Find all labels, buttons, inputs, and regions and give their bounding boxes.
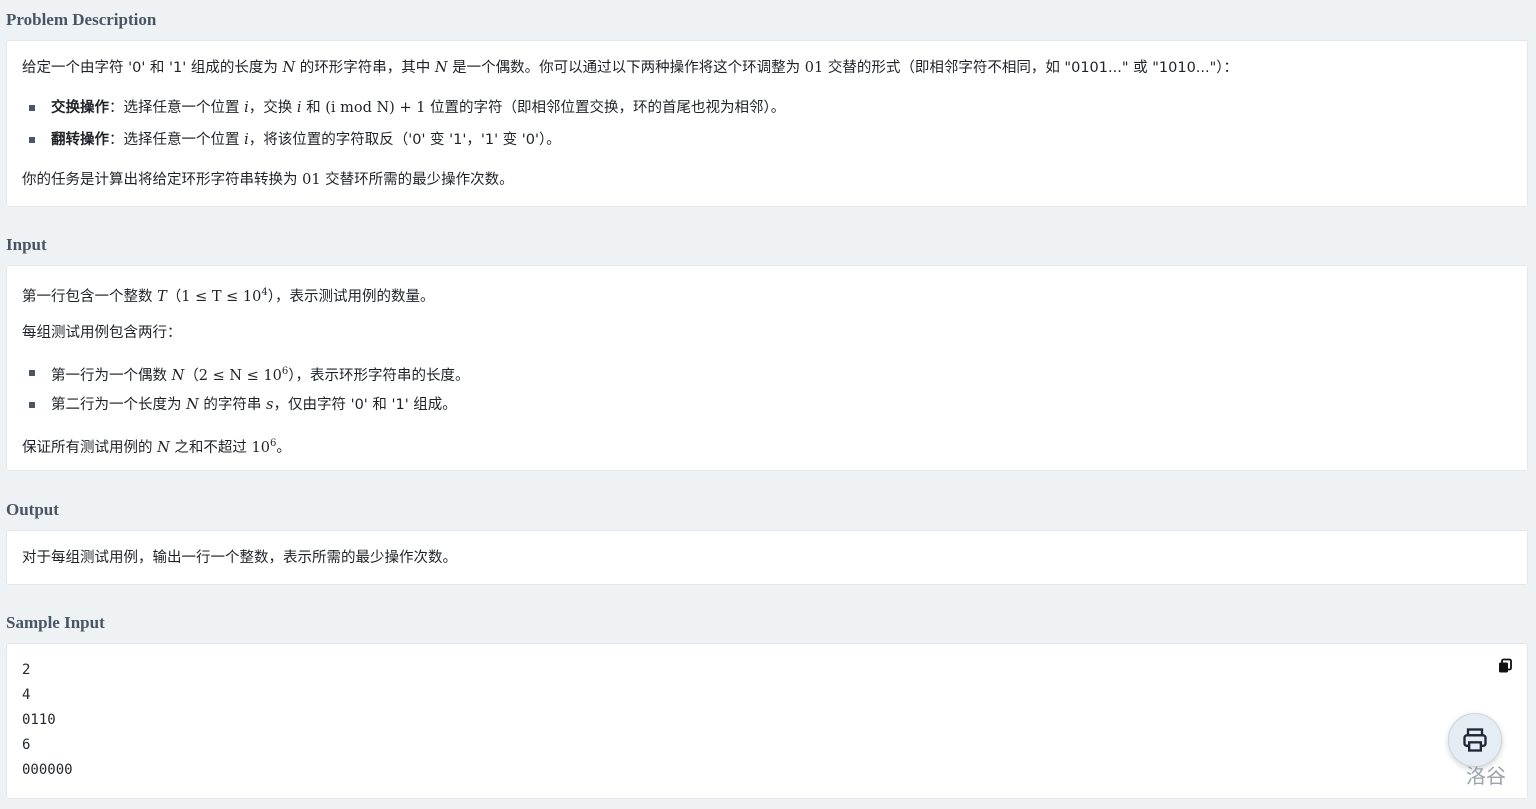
text: 。 bbox=[276, 439, 291, 456]
math-N: N bbox=[434, 60, 448, 76]
list-item-swap: 交换操作：选择任意一个位置 i，交换 i 和 (i mod N) + 1 位置的… bbox=[51, 98, 785, 118]
section-title-output: Output bbox=[6, 500, 59, 519]
math-10: 10 bbox=[251, 439, 270, 456]
math-N: N bbox=[282, 60, 296, 76]
text: 是一个偶数。你可以通过以下两种操作将这个环调整为 bbox=[447, 60, 805, 76]
section-title-description: Problem Description bbox=[6, 10, 157, 29]
text: ，仅由字符 '0' 和 '1' 组成。 bbox=[273, 397, 457, 413]
text: ：选择任意一个位置 bbox=[109, 132, 245, 148]
text: （ bbox=[184, 367, 199, 384]
list-item-second-line: 第二行为一个长度为 N 的字符串 s，仅由字符 '0' 和 '1' 组成。 bbox=[51, 395, 457, 415]
output-paragraph: 对于每组测试用例，输出一行一个整数，表示所需的最少操作次数。 bbox=[22, 550, 457, 566]
text: 第一行包含一个整数 bbox=[22, 288, 158, 305]
bullet-icon bbox=[29, 137, 35, 143]
section-title-sample-input: Sample Input bbox=[6, 613, 105, 632]
text: 交替的形式（即相邻字符不相同，如 "0101..." 或 "1010..."）： bbox=[823, 60, 1239, 76]
input-paragraph-2: 每组测试用例包含两行： bbox=[22, 325, 182, 341]
text: （ bbox=[166, 288, 182, 305]
text: 你的任务是计算出将给定环形字符串转换为 bbox=[22, 172, 303, 188]
input-paragraph-3: 保证所有测试用例的 N 之和不超过 106。 bbox=[22, 434, 291, 458]
printer-icon bbox=[1463, 728, 1487, 752]
text: 保证所有测试用例的 bbox=[22, 439, 158, 456]
text: 位置的字符（即相邻位置交换，环的首尾也视为相邻）。 bbox=[425, 100, 786, 116]
input-card: 第一行包含一个整数 T（1 ≤ T ≤ 104），表示测试用例的数量。 每组测试… bbox=[6, 265, 1528, 471]
text: 给定一个由字符 '0' 和 '1' 组成的长度为 bbox=[22, 60, 283, 76]
code-line: 0110 bbox=[22, 712, 56, 728]
text: ：选择任意一个位置 bbox=[109, 100, 245, 116]
list-item-flip: 翻转操作：选择任意一个位置 i，将该位置的字符取反（'0' 变 '1'，'1' … bbox=[51, 130, 561, 150]
copy-icon[interactable] bbox=[1497, 658, 1513, 674]
text: 翻转操作 bbox=[51, 132, 109, 148]
math-T: T bbox=[157, 288, 167, 305]
text: 交替环所需的最少操作次数。 bbox=[320, 172, 514, 188]
text: 之和不超过 bbox=[169, 439, 252, 456]
math-expr: 1 ≤ T ≤ 10 bbox=[181, 288, 262, 305]
sample-input-code: 2 4 0110 6 000000 bbox=[22, 658, 73, 783]
text: ，将该位置的字符取反（'0' 变 '1'，'1' 变 '0'）。 bbox=[248, 132, 561, 148]
text: ，交换 bbox=[248, 100, 297, 116]
math-expr: (i mod N) + 1 bbox=[325, 100, 426, 116]
code-line: 4 bbox=[22, 687, 31, 703]
description-paragraph-1: 给定一个由字符 '0' 和 '1' 组成的长度为 N 的环形字符串，其中 N 是… bbox=[22, 58, 1238, 78]
output-card: 对于每组测试用例，输出一行一个整数，表示所需的最少操作次数。 bbox=[6, 530, 1528, 585]
math-N: N bbox=[171, 367, 185, 384]
section-title-input: Input bbox=[6, 235, 47, 254]
text: 交换操作 bbox=[51, 100, 109, 116]
description-paragraph-2: 你的任务是计算出将给定环形字符串转换为 01 交替环所需的最少操作次数。 bbox=[22, 170, 514, 190]
text: 第一行为一个偶数 bbox=[51, 367, 172, 384]
text: 的环形字符串，其中 bbox=[295, 60, 435, 76]
code-line: 2 bbox=[22, 662, 31, 678]
text: 的字符串 bbox=[198, 397, 267, 413]
print-button[interactable] bbox=[1448, 713, 1502, 767]
description-card: 给定一个由字符 '0' 和 '1' 组成的长度为 N 的环形字符串，其中 N 是… bbox=[6, 40, 1528, 207]
luogu-watermark: 洛谷 bbox=[1466, 764, 1506, 788]
code-line: 000000 bbox=[22, 762, 73, 778]
bullet-icon bbox=[29, 370, 35, 376]
list-item-first-line: 第一行为一个偶数 N（2 ≤ N ≤ 106），表示环形字符串的长度。 bbox=[51, 362, 470, 386]
math-01: 01 bbox=[804, 60, 824, 76]
sample-input-card: 2 4 0110 6 000000 bbox=[6, 643, 1528, 799]
math-N: N bbox=[186, 397, 199, 413]
input-paragraph-1: 第一行包含一个整数 T（1 ≤ T ≤ 104），表示测试用例的数量。 bbox=[22, 283, 435, 307]
text: ），表示测试用例的数量。 bbox=[267, 288, 435, 305]
text: 第二行为一个长度为 bbox=[51, 397, 187, 413]
math-01: 01 bbox=[302, 172, 321, 188]
text: ），表示环形字符串的长度。 bbox=[288, 367, 470, 384]
bullet-icon bbox=[29, 402, 35, 408]
math-N: N bbox=[157, 439, 170, 456]
bullet-icon bbox=[29, 105, 35, 111]
code-line: 6 bbox=[22, 737, 31, 753]
math-expr: 2 ≤ N ≤ 10 bbox=[198, 367, 282, 384]
text: 和 bbox=[301, 100, 326, 116]
